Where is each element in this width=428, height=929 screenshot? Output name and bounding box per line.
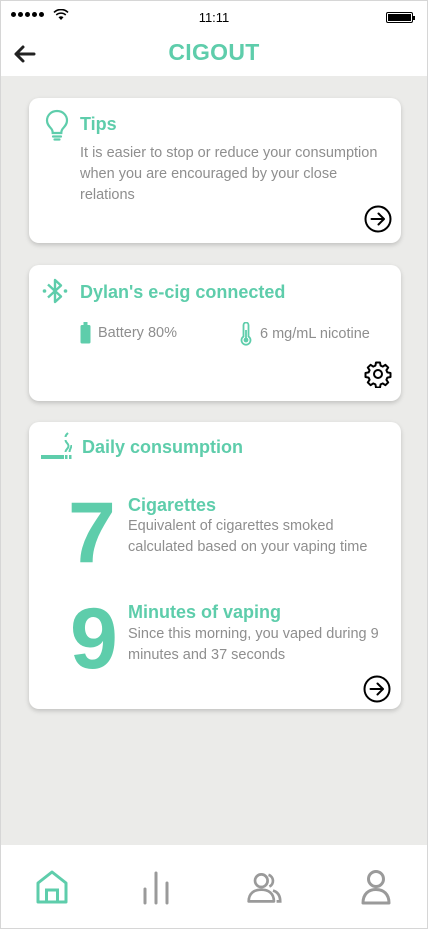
nav-community[interactable] (246, 869, 282, 905)
nav-stats[interactable] (138, 869, 174, 905)
nicotine-label: 6 mg/mL nicotine (260, 325, 370, 342)
gear-icon[interactable] (364, 360, 392, 388)
cigarette-smoke-icon (41, 432, 72, 459)
cigarettes-description: Equivalent of cigarettes smoked calculat… (128, 518, 368, 555)
app-screen: 11:11 CIGOUT Tips It is easier to stop o… (0, 0, 428, 929)
battery-status: Battery 80% (80, 322, 177, 344)
app-header: CIGOUT (1, 31, 427, 76)
home-icon (36, 870, 68, 904)
thermometer-icon (240, 322, 252, 346)
community-icon (247, 873, 282, 903)
tips-text: It is easier to stop or reduce your cons… (80, 145, 378, 203)
cigarettes-count: 7 (68, 485, 116, 581)
stats-icon (143, 871, 169, 905)
bottom-nav (1, 845, 427, 928)
battery-icon (80, 322, 91, 344)
tips-next-arrow-icon[interactable] (364, 205, 392, 233)
nav-home[interactable] (34, 869, 70, 905)
status-bar: 11:11 (1, 1, 427, 31)
consumption-next-arrow-icon[interactable] (363, 675, 391, 703)
battery-label: Battery 80% (98, 324, 177, 341)
profile-icon (361, 870, 391, 905)
bluetooth-icon (42, 278, 68, 304)
status-time: 11:11 (198, 10, 230, 25)
device-title: Dylan's e-cig connected (80, 282, 286, 302)
vaping-minutes-count: 9 (70, 591, 118, 687)
device-battery-icon (386, 12, 415, 23)
vaping-label: Minutes of vaping (128, 602, 281, 622)
tips-title: Tips (80, 114, 117, 134)
consumption-title: Daily consumption (82, 437, 244, 457)
device-card: Dylan's e-cig connected Battery 80% 6 mg… (29, 265, 401, 401)
cigarettes-label: Cigarettes (128, 495, 217, 515)
nav-profile[interactable] (358, 869, 394, 905)
lightbulb-icon (45, 109, 69, 141)
vaping-description: Since this morning, you vaped during 9 m… (128, 626, 379, 663)
nicotine-status: 6 mg/mL nicotine (240, 322, 370, 346)
app-title: CIGOUT (168, 39, 260, 65)
consumption-card: Daily consumption 7 Cigarettes Equivalen… (29, 422, 401, 709)
tips-card: Tips It is easier to stop or reduce your… (29, 98, 401, 243)
